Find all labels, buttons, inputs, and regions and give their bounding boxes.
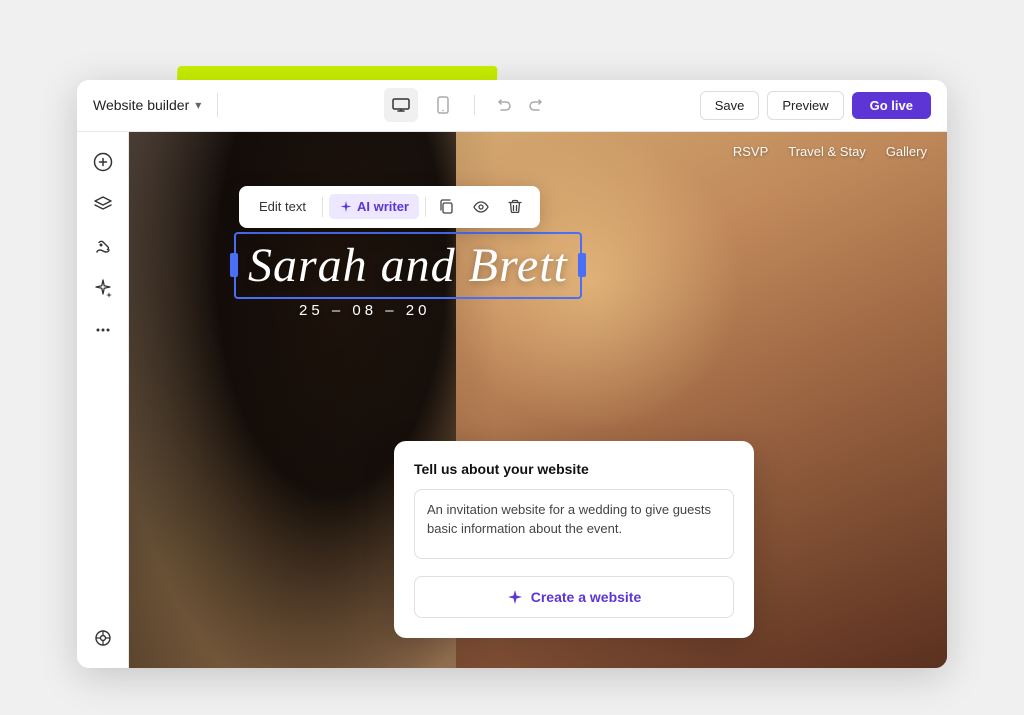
more-icon[interactable] <box>85 312 121 348</box>
style-icon[interactable] <box>85 228 121 264</box>
undo-button[interactable] <box>489 90 519 120</box>
main-area: RSVP Travel & Stay Gallery Edit text AI … <box>77 132 947 668</box>
nav-rsvp[interactable]: RSVP <box>733 144 768 159</box>
canvas-nav: RSVP Travel & Stay Gallery <box>733 144 927 159</box>
builder-chevron[interactable]: ▾ <box>195 98 201 112</box>
preview-button[interactable]: Preview <box>767 91 843 120</box>
main-card: Website builder ▾ <box>77 80 947 668</box>
copy-icon <box>439 199 454 214</box>
sidebar <box>77 132 129 668</box>
builder-label: Website builder <box>93 97 189 113</box>
history-buttons <box>489 90 551 120</box>
heading-box[interactable]: Sarah and Brett <box>234 232 582 299</box>
toolbar-divider <box>217 93 218 117</box>
redo-button[interactable] <box>521 90 551 120</box>
copy-icon-button[interactable] <box>432 192 462 222</box>
layers-icon[interactable] <box>85 186 121 222</box>
ai-popup-title: Tell us about your website <box>414 461 734 477</box>
sep1 <box>322 197 323 217</box>
eye-icon <box>473 201 489 213</box>
mobile-view-button[interactable] <box>426 88 460 122</box>
nav-gallery[interactable]: Gallery <box>886 144 927 159</box>
builder-brand: Website builder ▾ <box>93 97 201 113</box>
edit-text-button[interactable]: Edit text <box>249 194 316 219</box>
ai-popup: Tell us about your website Create a webs… <box>394 441 754 638</box>
desktop-view-button[interactable] <box>384 88 418 122</box>
delete-icon-button[interactable] <box>500 192 530 222</box>
apps-icon[interactable] <box>85 620 121 656</box>
create-website-label: Create a website <box>531 589 642 605</box>
sparkle-small-icon <box>339 200 353 214</box>
toolbar: Website builder ▾ <box>77 80 947 132</box>
save-button[interactable]: Save <box>700 91 760 120</box>
ai-popup-textarea[interactable] <box>414 489 734 559</box>
canvas-heading: Sarah and Brett <box>248 239 568 292</box>
toolbar-center <box>234 88 699 122</box>
ai-sparkle-icon[interactable] <box>85 270 121 306</box>
canvas: RSVP Travel & Stay Gallery Edit text AI … <box>129 132 947 668</box>
visibility-icon-button[interactable] <box>466 192 496 222</box>
text-edit-toolbar: Edit text AI writer <box>239 186 540 228</box>
sparkle-button-icon <box>507 589 523 605</box>
canvas-date: 25 – 08 – 20 <box>299 302 430 319</box>
toolbar-right: Save Preview Go live <box>700 91 931 120</box>
trash-icon <box>508 199 522 214</box>
ai-writer-button[interactable]: AI writer <box>329 194 419 219</box>
create-website-button[interactable]: Create a website <box>414 576 734 618</box>
heading-wrapper[interactable]: Sarah and Brett <box>234 232 582 299</box>
sep2 <box>425 197 426 217</box>
add-icon[interactable] <box>85 144 121 180</box>
nav-travel[interactable]: Travel & Stay <box>788 144 866 159</box>
toolbar-divider2 <box>474 95 475 115</box>
golive-button[interactable]: Go live <box>852 92 931 119</box>
